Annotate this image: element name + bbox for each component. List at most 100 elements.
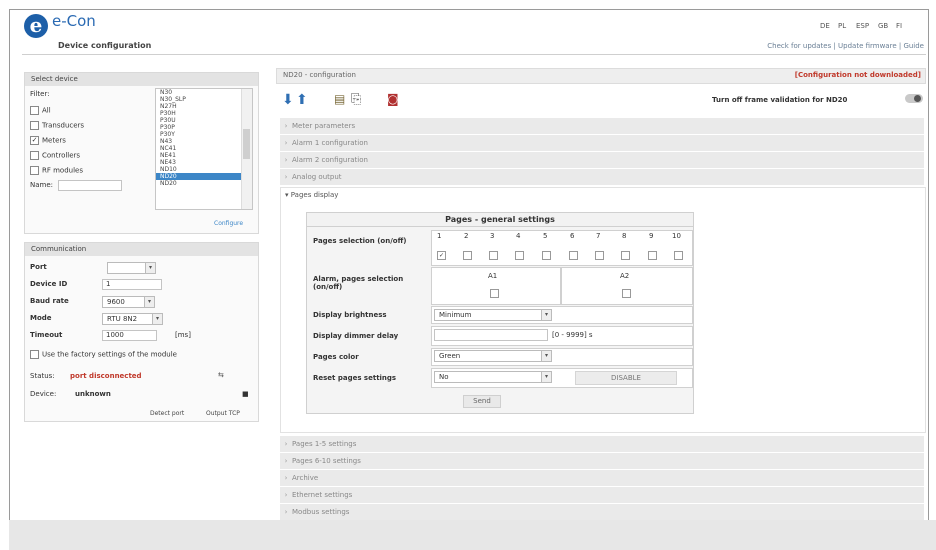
section-ethernet[interactable]: › Ethernet settings bbox=[280, 486, 924, 503]
brightness-select[interactable]: Minimum ▾ bbox=[434, 309, 552, 321]
list-item[interactable]: NE41 bbox=[156, 152, 252, 159]
page-checkbox-8[interactable] bbox=[621, 251, 630, 260]
page-checkbox-2[interactable] bbox=[463, 251, 472, 260]
checkbox-controllers[interactable] bbox=[30, 151, 39, 160]
page-number-10: 10 bbox=[672, 232, 681, 240]
connection-icon[interactable]: ⇆ bbox=[218, 371, 224, 379]
timeout-label: Timeout bbox=[30, 331, 63, 339]
section-alarm-2[interactable]: › Alarm 2 configuration bbox=[280, 151, 924, 168]
detect-port-button[interactable]: Detect port bbox=[150, 410, 184, 417]
factory-settings-option[interactable]: Use the factory settings of the module bbox=[30, 350, 177, 359]
port-select[interactable]: ▾ bbox=[107, 262, 156, 274]
list-scrollbar[interactable] bbox=[241, 89, 252, 209]
page-subtitle: Device configuration bbox=[58, 41, 152, 50]
page-checkbox-4[interactable] bbox=[515, 251, 524, 260]
checkbox-rf-modules[interactable] bbox=[30, 166, 39, 175]
list-item[interactable]: ND20 bbox=[156, 180, 252, 187]
baud-rate-select[interactable]: 9600 ▾ bbox=[102, 296, 155, 308]
chevron-right-icon: › bbox=[284, 474, 288, 482]
app-title: e-Con bbox=[52, 12, 96, 30]
arrow-up-icon[interactable]: ⬆ bbox=[296, 92, 308, 108]
filter-rf-modules[interactable]: RF modules bbox=[30, 166, 83, 175]
top-links[interactable]: Check for updates | Update firmware | Gu… bbox=[767, 42, 924, 50]
output-tcp-button[interactable]: Output TCP bbox=[206, 410, 240, 417]
pages-selection-cells bbox=[431, 230, 693, 266]
dimmer-unit: [0 - 9999] s bbox=[552, 331, 593, 339]
list-item[interactable]: ND10 bbox=[156, 166, 252, 173]
filter-label: Filter: bbox=[30, 90, 50, 98]
page-checkbox-3[interactable] bbox=[489, 251, 498, 260]
status-label: Status: bbox=[30, 372, 55, 380]
device-reset-icon[interactable]: ◙ bbox=[387, 92, 399, 106]
page-number-2: 2 bbox=[464, 232, 469, 240]
filter-transducers[interactable]: Transducers bbox=[30, 121, 84, 130]
dimmer-input[interactable] bbox=[434, 329, 548, 341]
pages-color-label: Pages color bbox=[313, 353, 359, 361]
list-item[interactable]: P30Y bbox=[156, 131, 252, 138]
alarm-col-a2: A2 bbox=[620, 272, 630, 280]
open-folder-icon[interactable]: ▤ bbox=[334, 92, 345, 106]
timeout-input[interactable]: 1000 bbox=[102, 330, 157, 341]
list-item[interactable]: N30 bbox=[156, 89, 252, 96]
device-id-input[interactable]: 1 bbox=[102, 279, 162, 290]
chevron-right-icon: › bbox=[284, 508, 288, 516]
list-item[interactable]: P30P bbox=[156, 124, 252, 131]
page-checkbox-7[interactable] bbox=[595, 251, 604, 260]
page-checkbox-10[interactable] bbox=[674, 251, 683, 260]
pages-color-select[interactable]: Green ▾ bbox=[434, 350, 552, 362]
section-meter-parameters[interactable]: › Meter parameters bbox=[280, 117, 924, 134]
alarm-pages-label: Alarm, pages selection (on/off) bbox=[313, 275, 404, 291]
page-checkbox-6[interactable] bbox=[569, 251, 578, 260]
list-item[interactable]: N43 bbox=[156, 138, 252, 145]
checkbox-meters[interactable]: ✓ bbox=[30, 136, 39, 145]
list-item[interactable]: N30_SLP bbox=[156, 96, 252, 103]
select-device-title: Select device bbox=[25, 73, 258, 86]
configure-link[interactable]: Configure bbox=[214, 220, 243, 227]
section-pages-1-5[interactable]: › Pages 1-5 settings bbox=[280, 435, 924, 452]
status-value: port disconnected bbox=[70, 372, 142, 380]
checkbox-factory-settings[interactable] bbox=[30, 350, 39, 359]
mode-select[interactable]: RTU 8N2 ▾ bbox=[102, 313, 163, 325]
filter-all[interactable]: All bbox=[30, 106, 51, 115]
lang-gb[interactable]: GB bbox=[878, 22, 888, 30]
alarm-checkbox-a1[interactable] bbox=[490, 289, 499, 298]
checkbox-transducers[interactable] bbox=[30, 121, 39, 130]
page-checkbox-5[interactable] bbox=[542, 251, 551, 260]
alarm-checkbox-a2[interactable] bbox=[622, 289, 631, 298]
chevron-down-icon: ▾ bbox=[145, 263, 155, 273]
page-checkbox-9[interactable] bbox=[648, 251, 657, 260]
lang-de[interactable]: DE bbox=[820, 22, 830, 30]
scroll-thumb[interactable] bbox=[243, 129, 250, 159]
list-item[interactable]: NE43 bbox=[156, 159, 252, 166]
section-alarm-1[interactable]: › Alarm 1 configuration bbox=[280, 134, 924, 151]
section-analog-output[interactable]: › Analog output bbox=[280, 168, 924, 185]
page-checkbox-1[interactable]: ✓ bbox=[437, 251, 446, 260]
list-item[interactable]: NC41 bbox=[156, 145, 252, 152]
list-item[interactable]: P30H bbox=[156, 110, 252, 117]
name-input[interactable] bbox=[58, 180, 122, 191]
reset-pages-select[interactable]: No ▾ bbox=[434, 371, 552, 383]
configuration-header: ND20 - configuration [Configuration not … bbox=[276, 68, 926, 84]
lang-pl[interactable]: PL bbox=[838, 22, 846, 30]
filter-meters[interactable]: ✓ Meters bbox=[30, 136, 66, 145]
save-icon[interactable]: ⎘ bbox=[351, 92, 361, 107]
disable-button[interactable]: DISABLE bbox=[575, 371, 677, 385]
filter-controllers[interactable]: Controllers bbox=[30, 151, 80, 160]
baud-rate-label: Baud rate bbox=[30, 297, 69, 305]
list-item[interactable]: N27H bbox=[156, 103, 252, 110]
list-item[interactable]: P30U bbox=[156, 117, 252, 124]
list-item-selected[interactable]: ND20 bbox=[156, 173, 252, 180]
pages-display-title[interactable]: ▾ Pages display bbox=[285, 191, 338, 199]
arrow-down-icon[interactable]: ⬇ bbox=[282, 92, 294, 108]
send-button[interactable]: Send bbox=[463, 395, 501, 408]
checkbox-all[interactable] bbox=[30, 106, 39, 115]
section-archive[interactable]: › Archive bbox=[280, 469, 924, 486]
lang-esp[interactable]: ESP bbox=[856, 22, 869, 30]
stop-icon[interactable]: ■ bbox=[242, 390, 249, 398]
section-modbus[interactable]: › Modbus settings bbox=[280, 503, 924, 520]
name-label: Name: bbox=[30, 181, 54, 189]
lang-fi[interactable]: FI bbox=[896, 22, 902, 30]
frame-validation-toggle[interactable] bbox=[905, 94, 923, 103]
device-list[interactable]: N30 N30_SLP N27H P30H P30U P30P P30Y N43… bbox=[155, 88, 253, 210]
section-pages-6-10[interactable]: › Pages 6-10 settings bbox=[280, 452, 924, 469]
